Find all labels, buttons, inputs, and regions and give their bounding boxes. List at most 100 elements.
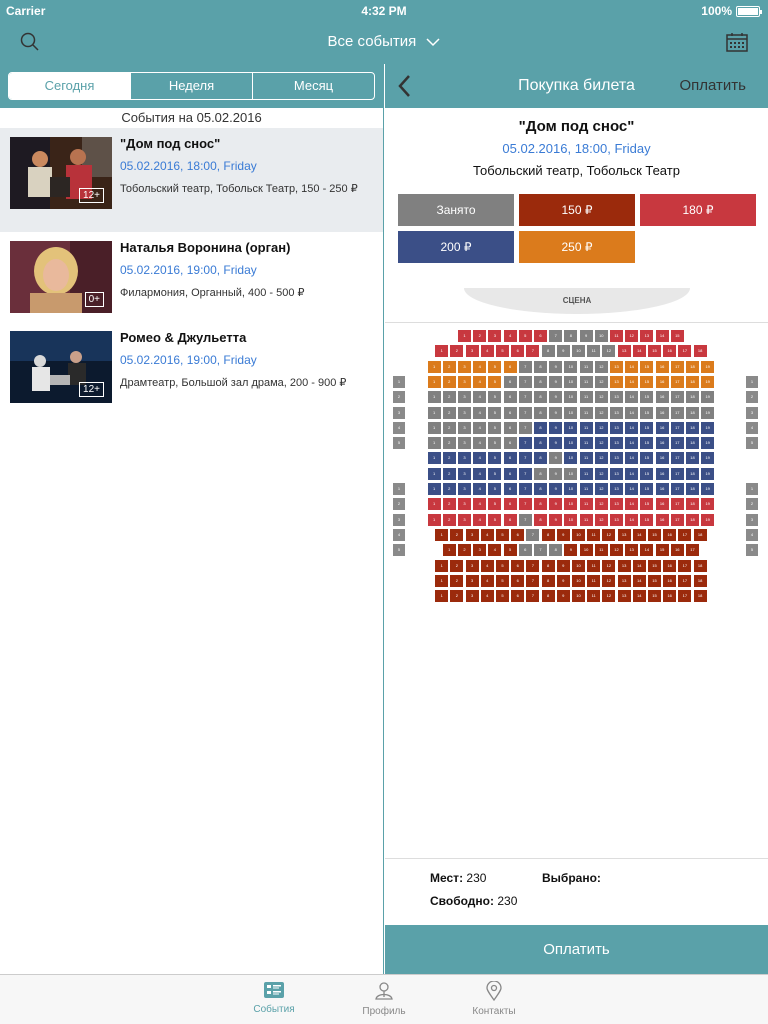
seat[interactable]: 2 [450, 528, 464, 541]
side-seat[interactable]: 2 [746, 391, 758, 404]
legend-price-200[interactable]: 200 ₽ [398, 231, 514, 263]
seat[interactable]: 6 [511, 574, 525, 587]
seat[interactable]: 9 [564, 544, 578, 557]
seat[interactable]: 1 [435, 590, 449, 603]
seat[interactable]: 17 [678, 590, 692, 603]
seat[interactable]: 9 [549, 452, 563, 465]
seat[interactable]: 8 [534, 375, 547, 388]
seat[interactable]: 2 [450, 345, 464, 358]
seat[interactable]: 7 [518, 452, 532, 465]
seat[interactable]: 13 [610, 437, 623, 450]
tab-week[interactable]: Неделя [130, 73, 252, 99]
seat[interactable]: 12 [594, 375, 608, 388]
seat[interactable]: 14 [625, 391, 639, 404]
seat[interactable]: 10 [572, 345, 585, 358]
seat[interactable]: 7 [518, 406, 532, 419]
seat[interactable]: 10 [564, 483, 578, 495]
seat[interactable]: 3 [458, 467, 471, 480]
seat[interactable]: 3 [473, 544, 487, 557]
event-list-item[interactable]: 12+ Ромео & Джульетта 05.02.2016, 19:00,… [0, 322, 383, 418]
side-seat[interactable]: 4 [746, 421, 758, 434]
seat[interactable]: 1 [427, 421, 441, 434]
side-seat[interactable]: 4 [746, 528, 758, 541]
seat[interactable]: 18 [686, 467, 699, 480]
seat[interactable]: 12 [594, 467, 608, 480]
seat[interactable]: 9 [556, 528, 570, 541]
seat[interactable]: 15 [648, 590, 661, 603]
side-seat[interactable]: 2 [393, 391, 405, 404]
seat[interactable]: 4 [473, 452, 487, 465]
seat[interactable]: 5 [488, 391, 502, 404]
event-list-item[interactable]: 0+ Наталья Воронина (орган) 05.02.2016, … [0, 232, 383, 336]
seat[interactable]: 12 [602, 528, 616, 541]
seat[interactable]: 11 [587, 574, 601, 587]
seat[interactable]: 15 [655, 544, 669, 557]
seat[interactable]: 18 [693, 345, 707, 358]
seat[interactable]: 15 [640, 391, 654, 404]
seat[interactable]: 10 [564, 467, 578, 480]
seat[interactable]: 13 [610, 421, 623, 434]
events-filter-dropdown[interactable]: Все события [0, 33, 768, 50]
seat[interactable]: 19 [701, 406, 715, 419]
seat[interactable]: 12 [610, 544, 623, 557]
seat[interactable]: 12 [594, 452, 608, 465]
seat[interactable]: 4 [473, 406, 487, 419]
seat[interactable]: 16 [655, 360, 669, 373]
seat[interactable]: 7 [518, 467, 532, 480]
seat[interactable]: 12 [594, 406, 608, 419]
seat[interactable]: 13 [610, 375, 623, 388]
seat[interactable]: 9 [549, 391, 563, 404]
seat[interactable]: 12 [625, 330, 639, 342]
seat[interactable]: 16 [655, 421, 669, 434]
seat[interactable]: 17 [670, 406, 684, 419]
seat[interactable]: 9 [549, 498, 563, 511]
seat[interactable]: 14 [632, 574, 646, 587]
seat[interactable]: 3 [458, 498, 471, 511]
seat[interactable]: 8 [534, 437, 547, 450]
seat[interactable]: 8 [541, 345, 555, 358]
seat[interactable]: 11 [579, 437, 593, 450]
seat[interactable]: 3 [458, 452, 471, 465]
seat[interactable]: 8 [541, 559, 555, 572]
seat[interactable]: 18 [693, 574, 707, 587]
legend-price-250[interactable]: 250 ₽ [519, 231, 635, 263]
seat[interactable]: 7 [526, 574, 540, 587]
seat[interactable]: 6 [534, 330, 547, 342]
seat[interactable]: 17 [670, 421, 684, 434]
seat[interactable]: 19 [701, 391, 715, 404]
seat[interactable]: 6 [503, 421, 517, 434]
seat[interactable]: 11 [587, 528, 601, 541]
seat[interactable]: 10 [572, 574, 585, 587]
seat[interactable]: 8 [534, 360, 547, 373]
seat[interactable]: 7 [518, 391, 532, 404]
seat[interactable]: 17 [670, 513, 684, 526]
seat[interactable]: 8 [549, 544, 563, 557]
seat[interactable]: 2 [442, 391, 456, 404]
seat[interactable]: 8 [534, 483, 547, 495]
seat[interactable]: 17 [678, 345, 692, 358]
seat[interactable]: 12 [594, 391, 608, 404]
seat[interactable]: 15 [640, 375, 654, 388]
seat[interactable]: 12 [594, 360, 608, 373]
seat[interactable]: 8 [541, 574, 555, 587]
seat[interactable]: 15 [640, 437, 654, 450]
seat[interactable]: 11 [579, 391, 593, 404]
seat[interactable]: 7 [534, 544, 547, 557]
seat[interactable]: 4 [473, 437, 487, 450]
seat[interactable]: 6 [503, 467, 517, 480]
seat[interactable]: 2 [442, 437, 456, 450]
seat[interactable]: 15 [640, 498, 654, 511]
seat[interactable]: 18 [693, 559, 707, 572]
pay-button[interactable]: Оплатить [385, 925, 768, 974]
tab-contacts[interactable]: Контакты [454, 980, 534, 1017]
side-seat[interactable]: 1 [393, 375, 405, 388]
seat[interactable]: 19 [701, 467, 715, 480]
seat[interactable]: 12 [594, 437, 608, 450]
side-seat[interactable]: 1 [393, 483, 405, 495]
seat[interactable]: 19 [701, 437, 715, 450]
seat[interactable]: 9 [579, 330, 593, 342]
seat[interactable]: 1 [458, 330, 471, 342]
seat[interactable]: 18 [686, 360, 699, 373]
seat[interactable]: 13 [610, 513, 623, 526]
seat[interactable]: 15 [648, 528, 661, 541]
